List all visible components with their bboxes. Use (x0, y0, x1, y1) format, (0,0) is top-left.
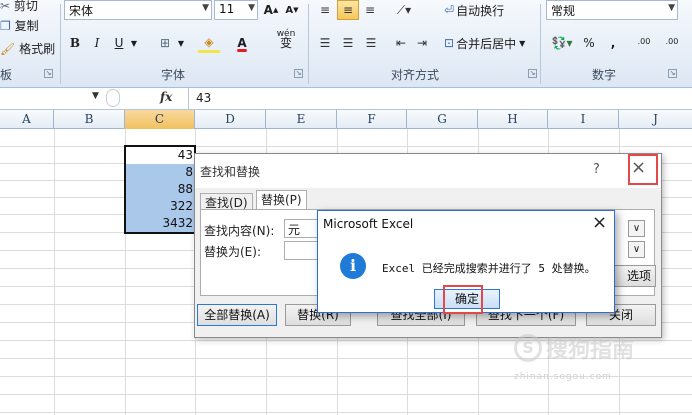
close-icon[interactable]: × (592, 212, 607, 233)
help-button[interactable]: ? (593, 162, 600, 177)
align-bottom-icon[interactable]: ≡ (361, 0, 379, 20)
formula-bar: ▼ fx 43 (0, 88, 692, 110)
find-dropdown-icon[interactable]: ∨ (628, 220, 645, 237)
chevron-down-icon: ▼ (248, 3, 255, 13)
group-divider (308, 4, 309, 84)
replace-input[interactable] (284, 241, 320, 260)
decrease-indent-icon[interactable]: ⇤ (392, 33, 410, 53)
currency-icon[interactable]: 💱▾ (548, 33, 576, 53)
message-box-title: Microsoft Excel (323, 217, 414, 231)
chevron-down-icon: ▼ (202, 3, 209, 13)
group-divider (540, 4, 541, 84)
column-header-i[interactable]: I (548, 110, 619, 129)
ribbon: ✂ 剪切 ❐ 复制 🖌 格式刷 板 ↘ 宋体 ▼ 11 ▼ A ▲ A ▼ B I … (0, 0, 692, 88)
underline-button[interactable]: U (110, 33, 128, 53)
watermark-url: zhinan.sogou.com (514, 372, 612, 382)
watermark: S 搜狗指南 (514, 332, 634, 364)
highlight-box (443, 285, 483, 314)
clipboard-launcher-icon[interactable]: ↘ (44, 69, 53, 78)
group-divider (60, 4, 61, 84)
sogou-logo-icon: S (514, 334, 542, 362)
copy-button[interactable]: ❐ 复制 (0, 17, 39, 34)
column-header-d[interactable]: D (195, 110, 266, 129)
replace-label: 替换为(E): (204, 245, 261, 259)
formula-input[interactable]: 43 (196, 91, 211, 105)
font-size-combo[interactable]: 11 ▼ (214, 0, 258, 20)
clipboard-group-label: 板 (0, 68, 13, 82)
chevron-down-icon: ▼ (519, 38, 526, 48)
column-header-e[interactable]: E (266, 110, 337, 129)
highlight-box (628, 154, 658, 185)
name-box-dropdown-icon[interactable]: ▼ (92, 91, 99, 101)
chevron-down-icon[interactable]: ▼ (128, 33, 140, 53)
align-middle-icon[interactable]: ≡ (337, 0, 359, 20)
dialog-title: 查找和替换 (200, 165, 261, 179)
column-header-b[interactable]: B (54, 110, 125, 129)
align-top-icon[interactable]: ≡ (316, 0, 334, 20)
bold-button[interactable]: B (66, 33, 84, 53)
merge-icon: ⊡ (444, 36, 455, 50)
info-icon: i (340, 253, 366, 279)
wrap-text-button[interactable]: ⏎ 自动换行 (444, 0, 514, 20)
align-right-icon[interactable]: ☰ (362, 33, 380, 53)
font-name-combo[interactable]: 宋体 ▼ (64, 0, 212, 20)
options-button[interactable]: 选项(T) >> (612, 265, 656, 287)
message-text: Excel 已经完成搜索并进行了 5 处替换。 (382, 262, 596, 275)
chevron-down-icon: ▼ (668, 3, 675, 13)
align-left-icon[interactable]: ☰ (316, 33, 334, 53)
phonetic-icon: 变 (279, 36, 292, 50)
formula-bar-separator (106, 89, 120, 107)
alignment-group-label: 对齐方式 (391, 68, 440, 82)
selection-border (124, 145, 196, 234)
number-group-label: 数字 (592, 68, 617, 82)
orientation-icon[interactable]: ⟋▾ (390, 0, 418, 20)
column-header-f[interactable]: F (337, 110, 407, 129)
align-center-icon[interactable]: ☰ (339, 33, 357, 53)
cut-button[interactable]: ✂ 剪切 (0, 0, 38, 14)
italic-button[interactable]: I (88, 33, 106, 53)
number-launcher-icon[interactable]: ↘ (668, 69, 677, 78)
fx-button[interactable]: fx (160, 90, 172, 104)
scissors-icon: ✂ (0, 0, 11, 13)
alignment-launcher-icon[interactable]: ↘ (528, 69, 537, 78)
font-launcher-icon[interactable]: ↘ (294, 69, 303, 78)
replace-dropdown-icon[interactable]: ∨ (628, 241, 645, 258)
formula-divider (188, 88, 189, 110)
watermark-text: 搜狗指南 (546, 338, 635, 363)
font-group-label: 字体 (161, 68, 186, 82)
chevron-down-icon[interactable]: ▼ (176, 33, 186, 53)
percent-button[interactable]: % (582, 33, 596, 53)
find-input[interactable]: 元 (284, 219, 320, 238)
column-header-row: A B C D E F G H I J (0, 110, 692, 129)
column-header-c[interactable]: C (125, 110, 195, 129)
comma-button[interactable]: , (606, 33, 620, 53)
increase-decimal-button[interactable]: .00 (632, 31, 656, 51)
brush-icon: 🖌 (0, 42, 16, 56)
decrease-decimal-button[interactable]: .00 (660, 31, 684, 51)
replace-all-button[interactable]: 全部替换(A) (197, 304, 277, 326)
format-painter-button[interactable]: 🖌 格式刷 (0, 40, 55, 57)
grow-font-button[interactable]: A ▲ (262, 0, 280, 20)
wrap-text-icon: ⏎ (444, 3, 455, 17)
increase-indent-icon[interactable]: ⇥ (413, 33, 431, 53)
merge-center-button[interactable]: ⊡ 合并后居中 ▼ (444, 33, 536, 53)
column-header-g[interactable]: G (407, 110, 478, 129)
font-color-button[interactable]: A (232, 33, 252, 53)
find-label: 查找内容(N): (204, 224, 275, 238)
fill-color-icon[interactable]: ◈ (198, 33, 220, 53)
number-format-combo[interactable]: 常规 ▼ (546, 0, 678, 20)
shrink-font-button[interactable]: A ▼ (283, 0, 301, 20)
column-header-j[interactable]: J (619, 110, 692, 129)
column-header-a[interactable]: A (0, 110, 54, 129)
border-icon[interactable]: ⊞ (154, 33, 176, 53)
copy-icon: ❐ (0, 19, 11, 33)
column-header-h[interactable]: H (478, 110, 548, 129)
phonetic-button[interactable]: wén 变 (272, 30, 300, 50)
